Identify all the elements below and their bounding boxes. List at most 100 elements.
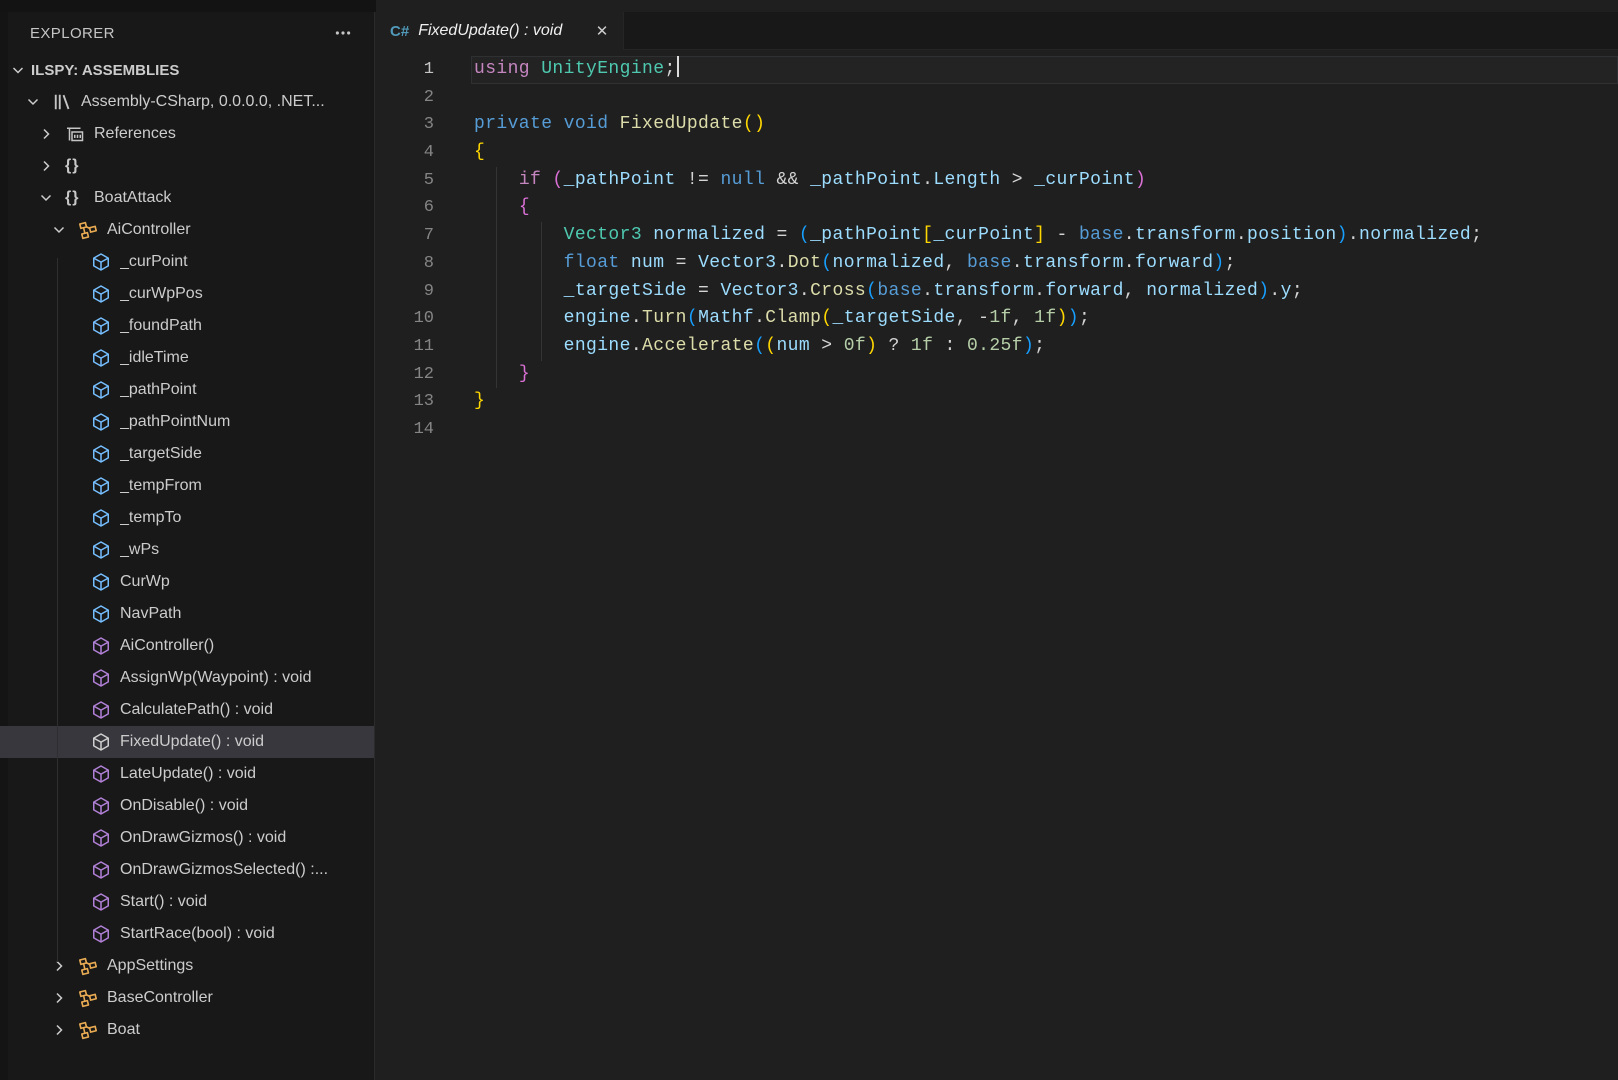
vscode-window: EXPLORER ILSPY: ASSEMBLIES Assembly-CSha… [0, 0, 1618, 1080]
tree-item-label: Assembly-CSharp, 0.0.0.0, .NET... [81, 93, 325, 111]
tree-item-label: AiController() [120, 637, 214, 655]
code-line-text: float num = Vector3.Dot(normalized, base… [474, 250, 1618, 278]
code-line-9[interactable]: 9 _targetSide = Vector3.Cross(base.trans… [376, 278, 1618, 306]
code-line-5[interactable]: 5 if (_pathPoint != null && _pathPoint.L… [376, 167, 1618, 195]
line-number[interactable]: 6 [376, 194, 434, 222]
chevron-right-icon[interactable] [38, 126, 65, 142]
method-icon [91, 732, 120, 752]
tree-item-BoatAttack[interactable]: {}BoatAttack [0, 182, 374, 214]
class-icon [78, 988, 107, 1008]
line-number[interactable]: 3 [376, 111, 434, 139]
tree-item-label: _wPs [120, 541, 159, 559]
code-line-2[interactable]: 2 [376, 84, 1618, 112]
line-number[interactable]: 2 [376, 84, 434, 112]
tree-item-AssemblyCSharp0000NET[interactable]: Assembly-CSharp, 0.0.0.0, .NET... [0, 86, 374, 118]
code-line-3[interactable]: 3private void FixedUpdate() [376, 111, 1618, 139]
indent-guide [496, 222, 497, 250]
indent-guide [541, 222, 542, 250]
chevron-down-icon[interactable] [25, 94, 52, 110]
method-icon [91, 764, 120, 784]
tree-item-label: OnDisable() : void [120, 797, 248, 815]
method-icon [91, 700, 120, 720]
line-number[interactable]: 11 [376, 333, 434, 361]
tree-item-label: _curWpPos [120, 285, 203, 303]
line-number[interactable]: 5 [376, 167, 434, 195]
method-icon [91, 796, 120, 816]
code-line-13[interactable]: 13} [376, 388, 1618, 416]
tree-item-label: CalculatePath() : void [120, 701, 273, 719]
chevron-right-icon[interactable] [51, 1022, 78, 1038]
indent-guide [496, 305, 497, 333]
tree-item-label: References [94, 125, 176, 143]
tree-item-label: LateUpdate() : void [120, 765, 256, 783]
chevron-right-icon[interactable] [51, 990, 78, 1006]
tab-fixedupdate[interactable]: C# FixedUpdate() : void ✕ [376, 12, 624, 50]
line-number[interactable]: 12 [376, 361, 434, 389]
chevron-placeholder [64, 670, 91, 686]
code-line-text: engine.Turn(Mathf.Clamp(_targetSide, -1f… [474, 305, 1618, 333]
chevron-placeholder [64, 414, 91, 430]
chevron-down-icon[interactable] [51, 222, 78, 238]
code-line-7[interactable]: 7 Vector3 normalized = (_pathPoint[_curP… [376, 222, 1618, 250]
indent-guide [496, 278, 497, 306]
chevron-placeholder [64, 926, 91, 942]
references-icon [65, 124, 94, 144]
code-line-text: Vector3 normalized = (_pathPoint[_curPoi… [474, 222, 1618, 250]
line-number[interactable]: 1 [376, 56, 434, 84]
tree-item[interactable]: {} [0, 150, 374, 182]
field-icon [91, 476, 120, 496]
code-line-14[interactable]: 14 [376, 416, 1618, 444]
line-number[interactable]: 4 [376, 139, 434, 167]
code-line-text: engine.Accelerate((num > 0f) ? 1f : 0.25… [474, 333, 1618, 361]
code-line-text: { [474, 139, 1618, 167]
section-ilspy-assemblies[interactable]: ILSPY: ASSEMBLIES [0, 54, 374, 86]
tree-item-label: _curPoint [120, 253, 188, 271]
method-icon [91, 636, 120, 656]
code-line-8[interactable]: 8 float num = Vector3.Dot(normalized, ba… [376, 250, 1618, 278]
tree-indent-guide [57, 258, 58, 962]
code-line-11[interactable]: 11 engine.Accelerate((num > 0f) ? 1f : 0… [376, 333, 1618, 361]
field-icon [91, 412, 120, 432]
field-icon [91, 316, 120, 336]
code-line-12[interactable]: 12 } [376, 361, 1618, 389]
namespace-icon: {} [65, 156, 94, 176]
chevron-placeholder [64, 894, 91, 910]
tree-item-label: AssignWp(Waypoint) : void [120, 669, 311, 687]
code-editor[interactable]: 1using UnityEngine;23private void FixedU… [376, 50, 1618, 1080]
method-icon [91, 892, 120, 912]
more-actions-icon[interactable] [330, 22, 356, 44]
field-icon [91, 252, 120, 272]
code-line-4[interactable]: 4{ [376, 139, 1618, 167]
code-line-10[interactable]: 10 engine.Turn(Mathf.Clamp(_targetSide, … [376, 305, 1618, 333]
code-line-6[interactable]: 6 { [376, 194, 1618, 222]
line-number[interactable]: 10 [376, 305, 434, 333]
chevron-placeholder [64, 478, 91, 494]
chevron-placeholder [64, 702, 91, 718]
chevron-placeholder [64, 606, 91, 622]
tree-item-label: _idleTime [120, 349, 189, 367]
class-icon [78, 220, 107, 240]
line-number[interactable]: 13 [376, 388, 434, 416]
tree-item-Boat[interactable]: Boat [0, 1014, 374, 1046]
tree-item-BaseController[interactable]: BaseController [0, 982, 374, 1014]
line-number[interactable]: 9 [376, 278, 434, 306]
line-number[interactable]: 14 [376, 416, 434, 444]
code-line-text: if (_pathPoint != null && _pathPoint.Len… [474, 167, 1618, 195]
chevron-right-icon[interactable] [51, 958, 78, 974]
code-line-text: _targetSide = Vector3.Cross(base.transfo… [474, 278, 1618, 306]
indent-guide [541, 305, 542, 333]
chevron-down-icon[interactable] [38, 190, 65, 206]
tree-item-label: _tempFrom [120, 477, 202, 495]
class-icon [78, 1020, 107, 1040]
tree-item-References[interactable]: References [0, 118, 374, 150]
chevron-right-icon[interactable] [38, 158, 65, 174]
tree-item-label: _pathPointNum [120, 413, 230, 431]
close-icon[interactable]: ✕ [591, 20, 613, 42]
chevron-placeholder [64, 734, 91, 750]
line-number[interactable]: 7 [376, 222, 434, 250]
explorer-sidebar: EXPLORER ILSPY: ASSEMBLIES Assembly-CSha… [0, 12, 375, 1080]
tree-item-AiController[interactable]: AiController [0, 214, 374, 246]
line-number[interactable]: 8 [376, 250, 434, 278]
code-line-1[interactable]: 1using UnityEngine; [376, 56, 1618, 84]
code-area: 1using UnityEngine;23private void FixedU… [376, 56, 1618, 444]
